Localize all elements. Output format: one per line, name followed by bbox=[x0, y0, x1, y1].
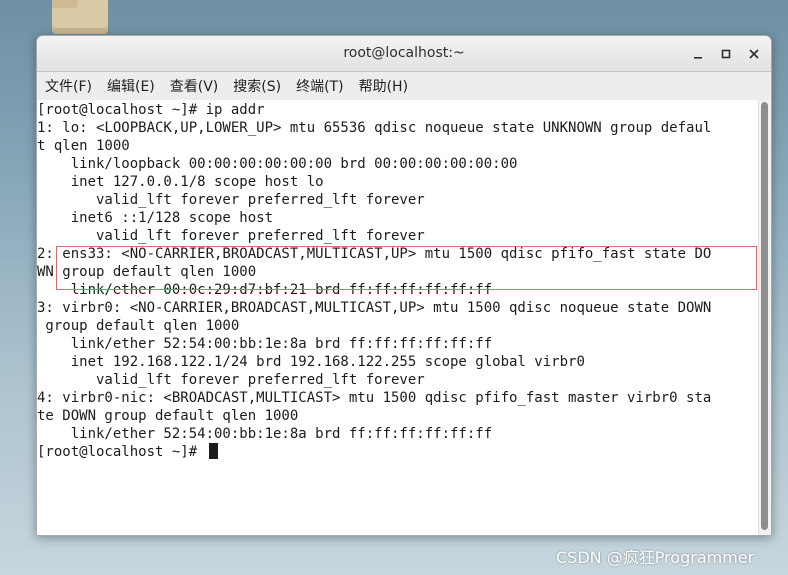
terminal-line: [root@localhost ~]# ip addr bbox=[37, 102, 265, 118]
menu-file[interactable]: 文件(F) bbox=[40, 76, 97, 96]
terminal-line: group default qlen 1000 bbox=[37, 318, 240, 334]
window-controls bbox=[687, 43, 765, 65]
minimize-button[interactable] bbox=[687, 43, 709, 65]
terminal-line: t qlen 1000 bbox=[37, 138, 130, 154]
terminal-line: link/ether 00:0c:29:d7:bf:21 brd ff:ff:f… bbox=[37, 282, 493, 298]
terminal-line: inet 127.0.0.1/8 scope host lo bbox=[37, 174, 324, 190]
menu-terminal[interactable]: 终端(T) bbox=[291, 76, 348, 96]
title-bar[interactable]: root@localhost:~ bbox=[37, 36, 771, 72]
watermark-text: CSDN @疯狂Programmer bbox=[556, 548, 755, 567]
terminal-prompt-line: [root@localhost ~]# bbox=[37, 443, 711, 461]
maximize-icon bbox=[721, 49, 731, 59]
menu-help[interactable]: 帮助(H) bbox=[354, 76, 413, 96]
menu-search[interactable]: 搜索(S) bbox=[228, 76, 286, 96]
terminal-line: WN group default qlen 1000 bbox=[37, 264, 257, 280]
terminal-line: link/ether 52:54:00:bb:1e:8a brd ff:ff:f… bbox=[37, 336, 493, 352]
terminal-output[interactable]: [root@localhost ~]# ip addr 1: lo: <LOOP… bbox=[37, 100, 758, 535]
terminal-line: 4: virbr0-nic: <BROADCAST,MULTICAST> mtu… bbox=[37, 390, 712, 406]
terminal-line: link/loopback 00:00:00:00:00:00 brd 00:0… bbox=[37, 156, 518, 172]
terminal-lines: [root@localhost ~]# ip addr 1: lo: <LOOP… bbox=[37, 101, 711, 461]
terminal-prompt: [root@localhost ~]# bbox=[37, 444, 206, 460]
terminal-line: valid_lft forever preferred_lft forever bbox=[37, 372, 425, 388]
terminal-line: 2: ens33: <NO-CARRIER,BROADCAST,MULTICAS… bbox=[37, 246, 712, 262]
terminal-window: root@localhost:~ 文件(F) 编辑(E) 查看(V) 搜索(S)… bbox=[36, 35, 772, 536]
vertical-scrollbar[interactable] bbox=[758, 100, 771, 535]
minimize-icon bbox=[694, 57, 702, 59]
menu-view[interactable]: 查看(V) bbox=[165, 76, 224, 96]
menu-bar: 文件(F) 编辑(E) 查看(V) 搜索(S) 终端(T) 帮助(H) bbox=[37, 72, 771, 101]
terminal-line: valid_lft forever preferred_lft forever bbox=[37, 192, 425, 208]
window-title: root@localhost:~ bbox=[343, 45, 465, 61]
scrollbar-thumb[interactable] bbox=[761, 102, 768, 530]
close-icon bbox=[749, 49, 759, 59]
text-cursor bbox=[208, 443, 218, 459]
maximize-button[interactable] bbox=[715, 43, 737, 65]
terminal-line: inet6 ::1/128 scope host bbox=[37, 210, 274, 226]
terminal-line: link/ether 52:54:00:bb:1e:8a brd ff:ff:f… bbox=[37, 426, 493, 442]
terminal-line: inet 192.168.122.1/24 brd 192.168.122.25… bbox=[37, 354, 585, 370]
desktop-folder-icon[interactable] bbox=[52, 0, 108, 34]
terminal-line: te DOWN group default qlen 1000 bbox=[37, 408, 299, 424]
terminal-line: 1: lo: <LOOPBACK,UP,LOWER_UP> mtu 65536 … bbox=[37, 120, 712, 136]
terminal-line: valid_lft forever preferred_lft forever bbox=[37, 228, 425, 244]
terminal-line: 3: virbr0: <NO-CARRIER,BROADCAST,MULTICA… bbox=[37, 300, 712, 316]
menu-edit[interactable]: 编辑(E) bbox=[102, 76, 160, 96]
close-button[interactable] bbox=[743, 43, 765, 65]
